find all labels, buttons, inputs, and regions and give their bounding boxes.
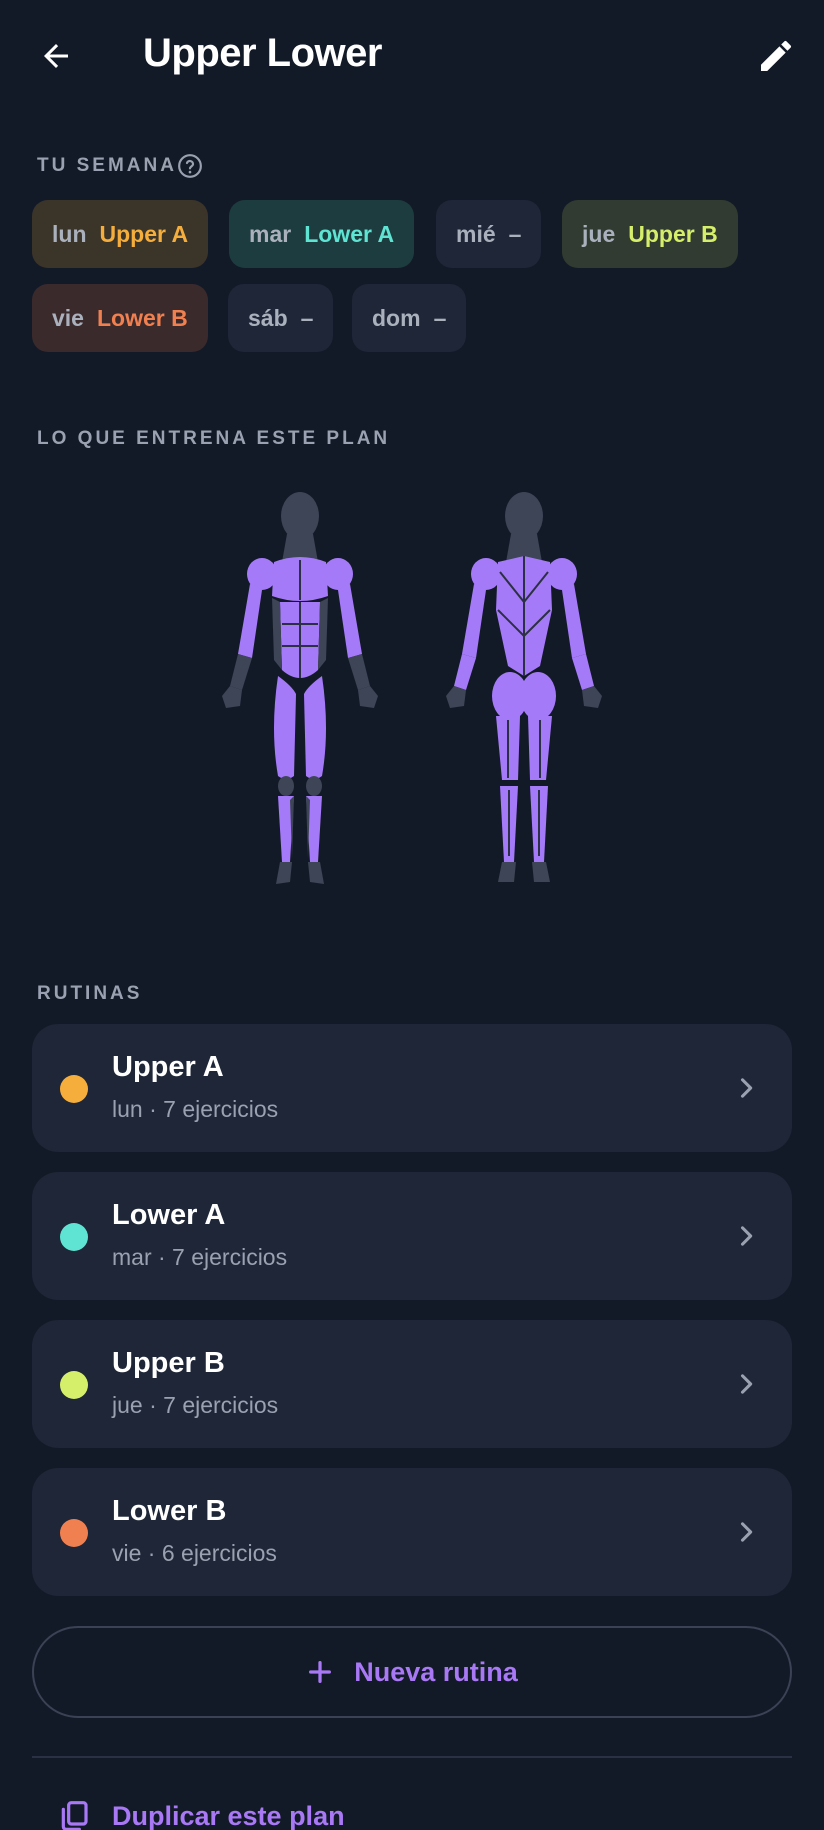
routine-meta: mar · 7 ejercicios bbox=[112, 1244, 288, 1270]
chevron-right-icon bbox=[740, 1078, 753, 1098]
routine-color-dot bbox=[60, 1223, 88, 1251]
day-routine: Lower B bbox=[96, 304, 188, 331]
day-routine: – bbox=[300, 304, 314, 331]
day-chip-lun[interactable]: lun Upper A bbox=[32, 200, 209, 268]
day-routine: – bbox=[508, 220, 522, 247]
routine-meta: jue · 7 ejercicios bbox=[112, 1392, 279, 1418]
day-routine: Lower A bbox=[304, 220, 395, 247]
duplicate-plan-label: Duplicar este plan bbox=[112, 1800, 345, 1830]
plus-icon bbox=[309, 1661, 332, 1683]
routine-name: Upper B bbox=[112, 1347, 225, 1379]
muscles-section-label: LO QUE ENTRENA ESTE PLAN bbox=[37, 428, 391, 449]
chevron-right-icon bbox=[740, 1522, 753, 1542]
question-circle-icon[interactable] bbox=[177, 153, 203, 179]
body-front-figure bbox=[222, 492, 378, 884]
day-label: dom bbox=[372, 304, 421, 331]
new-routine-button[interactable]: Nueva rutina bbox=[32, 1626, 792, 1718]
day-routine: Upper B bbox=[628, 220, 718, 247]
routine-name: Upper A bbox=[112, 1051, 224, 1083]
chevron-right-icon bbox=[740, 1226, 753, 1246]
app-header: Upper Lower bbox=[0, 0, 824, 112]
back-button[interactable] bbox=[28, 28, 84, 84]
day-routine: – bbox=[433, 304, 447, 331]
routine-meta: lun · 7 ejercicios bbox=[112, 1096, 279, 1122]
day-chip-dom[interactable]: dom – bbox=[352, 284, 467, 352]
new-routine-label: Nueva rutina bbox=[354, 1656, 518, 1687]
week-section-label: TU SEMANA bbox=[37, 155, 177, 176]
day-chip-mar[interactable]: mar Lower A bbox=[229, 200, 415, 268]
routine-color-dot bbox=[60, 1519, 88, 1547]
routine-color-dot bbox=[60, 1371, 88, 1399]
routines-section-label: RUTINAS bbox=[37, 983, 143, 1004]
day-label: lun bbox=[52, 220, 87, 247]
routine-card-lower-b[interactable]: Lower B vie · 6 ejercicios bbox=[32, 1468, 792, 1596]
routine-color-dot bbox=[60, 1075, 88, 1103]
day-label: sáb bbox=[248, 304, 288, 331]
pencil-icon bbox=[761, 40, 792, 71]
day-chip-vie[interactable]: vie Lower B bbox=[32, 284, 208, 352]
muscle-body-map bbox=[222, 492, 602, 884]
routine-card-upper-a[interactable]: Upper A lun · 7 ejercicios bbox=[32, 1024, 792, 1152]
routine-name: Lower A bbox=[112, 1199, 226, 1231]
day-label: jue bbox=[582, 220, 616, 247]
body-back-figure bbox=[446, 492, 602, 882]
routine-card-lower-a[interactable]: Lower A mar · 7 ejercicios bbox=[32, 1172, 792, 1300]
day-chip-mie[interactable]: mié – bbox=[436, 200, 542, 268]
routine-card-upper-b[interactable]: Upper B jue · 7 ejercicios bbox=[32, 1320, 792, 1448]
plan-detail-screen: Upper Lower TU SEMANA lun Upper A mar Lo… bbox=[0, 0, 824, 1830]
chevron-right-icon bbox=[740, 1374, 753, 1394]
day-routine: Upper A bbox=[99, 220, 189, 247]
duplicate-plan-button[interactable]: Duplicar este plan bbox=[58, 1796, 345, 1830]
edit-plan-button[interactable] bbox=[748, 28, 804, 84]
page-title: Upper Lower bbox=[143, 31, 382, 75]
arrow-left-icon bbox=[44, 44, 68, 68]
day-label: mar bbox=[249, 220, 292, 247]
copy-icon bbox=[61, 1801, 88, 1830]
day-label: mié bbox=[456, 220, 496, 247]
divider bbox=[32, 1756, 792, 1758]
day-chip-sab[interactable]: sáb – bbox=[228, 284, 334, 352]
routine-name: Lower B bbox=[112, 1495, 227, 1527]
day-chip-jue[interactable]: jue Upper B bbox=[562, 200, 738, 268]
routine-meta: vie · 6 ejercicios bbox=[112, 1540, 277, 1566]
day-label: vie bbox=[52, 304, 84, 331]
